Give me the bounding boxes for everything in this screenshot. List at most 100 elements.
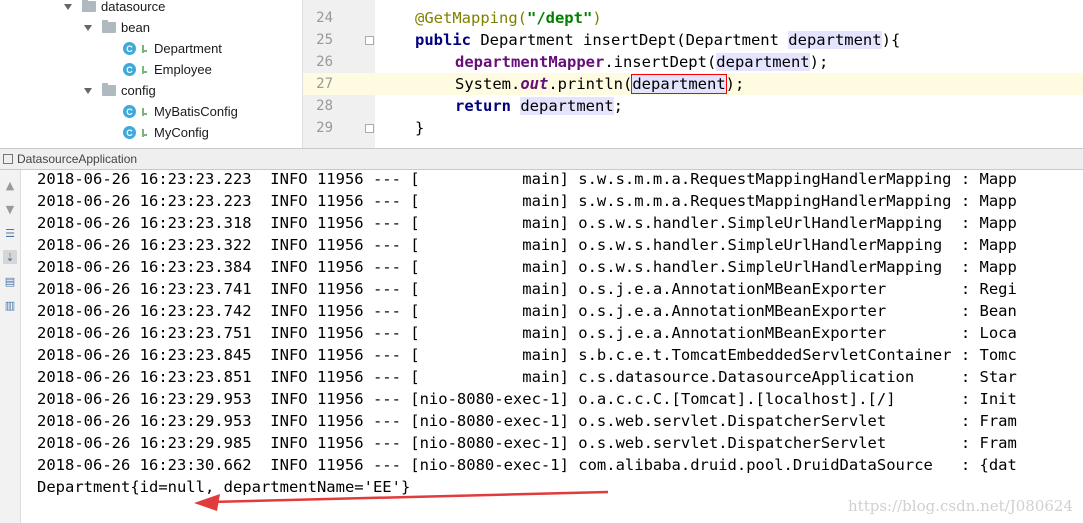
- chevron-down-icon[interactable]: [84, 24, 92, 31]
- code-text: }: [415, 119, 425, 137]
- annotation-close-token: ): [592, 9, 602, 27]
- log-line: 2018-06-26 16:23:23.751 INFO 11956 --- […: [37, 324, 1017, 342]
- code-editor[interactable]: 24 @GetMapping("/dept") 25 public Depart…: [303, 0, 1083, 148]
- param-token: department: [716, 53, 810, 71]
- tree-label: MyConfig: [154, 125, 209, 140]
- run-config-icon: [3, 154, 13, 164]
- log-line: 2018-06-26 16:23:23.742 INFO 11956 --- […: [37, 302, 1017, 320]
- signature-end-token: ){: [881, 31, 901, 49]
- tree-folder-bean[interactable]: bean: [84, 17, 150, 38]
- log-line: 2018-06-26 16:23:29.985 INFO 11956 --- […: [37, 434, 1017, 452]
- tree-class-department[interactable]: C Department: [123, 38, 222, 59]
- class-icon: C: [123, 126, 136, 139]
- tree-folder-config[interactable]: config: [84, 80, 156, 101]
- line-number: 24: [316, 10, 333, 26]
- tree-label: bean: [121, 20, 150, 35]
- log-line: 2018-06-26 16:23:23.851 INFO 11956 --- […: [37, 368, 1017, 386]
- annotation-token: @GetMapping(: [415, 9, 527, 27]
- arrow-shaft: [209, 490, 609, 504]
- code-text: @GetMapping("/dept"): [415, 9, 602, 27]
- log-line: 2018-06-26 16:23:23.741 INFO 11956 --- […: [37, 280, 1017, 298]
- tree-label: config: [121, 83, 156, 98]
- log-line: 2018-06-26 16:23:30.662 INFO 11956 --- […: [37, 456, 1017, 474]
- run-tool-window-header[interactable]: DatasourceApplication: [0, 148, 1083, 170]
- log-line: 2018-06-26 16:23:29.953 INFO 11956 --- […: [37, 412, 1017, 430]
- end-token: ;: [613, 97, 624, 115]
- leaf-icon: [140, 128, 148, 138]
- annotation-arrow-icon: [194, 490, 609, 511]
- top-area: datasource bean C Department C Employee …: [0, 0, 1083, 148]
- log-line: 2018-06-26 16:23:23.384 INFO 11956 --- […: [37, 258, 1017, 276]
- out-token: out: [520, 75, 549, 93]
- leaf-icon: [140, 107, 148, 117]
- line-number: 29: [316, 120, 333, 136]
- string-token: "/dept": [526, 9, 593, 27]
- tree-label: datasource: [101, 0, 166, 14]
- line-number: 27: [316, 76, 333, 92]
- code-text: System.out.println(department);: [455, 74, 745, 94]
- keyword-token: public: [415, 31, 471, 49]
- tree-label: Employee: [154, 62, 212, 77]
- code-line-27[interactable]: 27 System.out.println(department);: [303, 73, 1083, 95]
- leaf-icon: [140, 44, 148, 54]
- soft-wrap-icon[interactable]: ☰: [3, 226, 17, 240]
- log-line: 2018-06-26 16:23:29.953 INFO 11956 --- […: [37, 390, 1017, 408]
- folder-icon: [102, 83, 116, 96]
- signature-token: Department insertDept(Department: [471, 31, 789, 49]
- system-token: System.: [455, 75, 521, 93]
- tree-class-myconfig[interactable]: C MyConfig: [123, 122, 209, 143]
- code-text: public Department insertDept(Department …: [415, 31, 900, 49]
- code-line-24[interactable]: 24 @GetMapping("/dept"): [303, 7, 1083, 29]
- class-icon: C: [123, 63, 136, 76]
- trash-icon[interactable]: ▥: [3, 298, 17, 312]
- tree-label: MyBatisConfig: [154, 104, 238, 119]
- call-token: .println(: [548, 75, 633, 93]
- fold-marker-icon[interactable]: [365, 124, 374, 133]
- leaf-icon: [140, 65, 148, 75]
- chevron-down-icon[interactable]: [84, 87, 92, 94]
- line-number: 28: [316, 98, 333, 114]
- arrow-down-icon[interactable]: ▼: [3, 202, 17, 216]
- keyword-token: return: [455, 97, 511, 115]
- console-output[interactable]: 2018-06-26 16:23:23.223 INFO 11956 --- […: [21, 170, 1083, 523]
- code-line-25[interactable]: 25 public Department insertDept(Departme…: [303, 29, 1083, 51]
- line-number: 25: [316, 32, 333, 48]
- tree-folder-datasource[interactable]: datasource: [64, 0, 165, 17]
- arrow-up-icon[interactable]: ▲: [3, 178, 17, 192]
- field-token: departmentMapper: [455, 53, 605, 71]
- param-token: department: [788, 31, 882, 49]
- folder-icon: [102, 20, 116, 33]
- class-icon: C: [123, 42, 136, 55]
- class-icon: C: [123, 105, 136, 118]
- tree-label: Department: [154, 41, 222, 56]
- code-line-29[interactable]: 29 }: [303, 117, 1083, 139]
- code-line-26[interactable]: 26 departmentMapper.insertDept(departmen…: [303, 51, 1083, 73]
- print-icon[interactable]: ▤: [3, 274, 17, 288]
- scroll-to-end-icon[interactable]: ⇣: [3, 250, 17, 264]
- fold-marker-icon[interactable]: [365, 36, 374, 45]
- log-line: 2018-06-26 16:23:23.223 INFO 11956 --- […: [37, 192, 1017, 210]
- console-side-toolbar: ▲ ▼ ☰ ⇣ ▤ ▥: [0, 170, 21, 523]
- code-line-28[interactable]: 28 return department;: [303, 95, 1083, 117]
- chevron-down-icon[interactable]: [64, 3, 72, 10]
- log-line: 2018-06-26 16:23:23.845 INFO 11956 --- […: [37, 346, 1017, 364]
- log-line: 2018-06-26 16:23:23.318 INFO 11956 --- […: [37, 214, 1017, 232]
- end-token: );: [725, 75, 745, 93]
- tree-class-mybatisconfig[interactable]: C MyBatisConfig: [123, 101, 238, 122]
- tree-class-employee[interactable]: C Employee: [123, 59, 212, 80]
- code-text: return department;: [455, 97, 623, 115]
- run-config-title: DatasourceApplication: [17, 152, 138, 166]
- arrow-head: [194, 494, 220, 511]
- param-token-selected: department: [631, 74, 727, 94]
- log-line: 2018-06-26 16:23:23.322 INFO 11956 --- […: [37, 236, 1017, 254]
- watermark: https://blog.csdn.net/J080624: [848, 497, 1073, 515]
- code-text: departmentMapper.insertDept(department);: [455, 53, 828, 71]
- project-tree: datasource bean C Department C Employee …: [0, 0, 303, 148]
- line-number: 26: [316, 54, 333, 70]
- param-token: department: [520, 97, 614, 115]
- call-token: .insertDept(: [604, 53, 717, 71]
- log-line: 2018-06-26 16:23:23.223 INFO 11956 --- […: [37, 170, 1017, 188]
- end-token: );: [809, 53, 829, 71]
- folder-icon: [82, 0, 96, 12]
